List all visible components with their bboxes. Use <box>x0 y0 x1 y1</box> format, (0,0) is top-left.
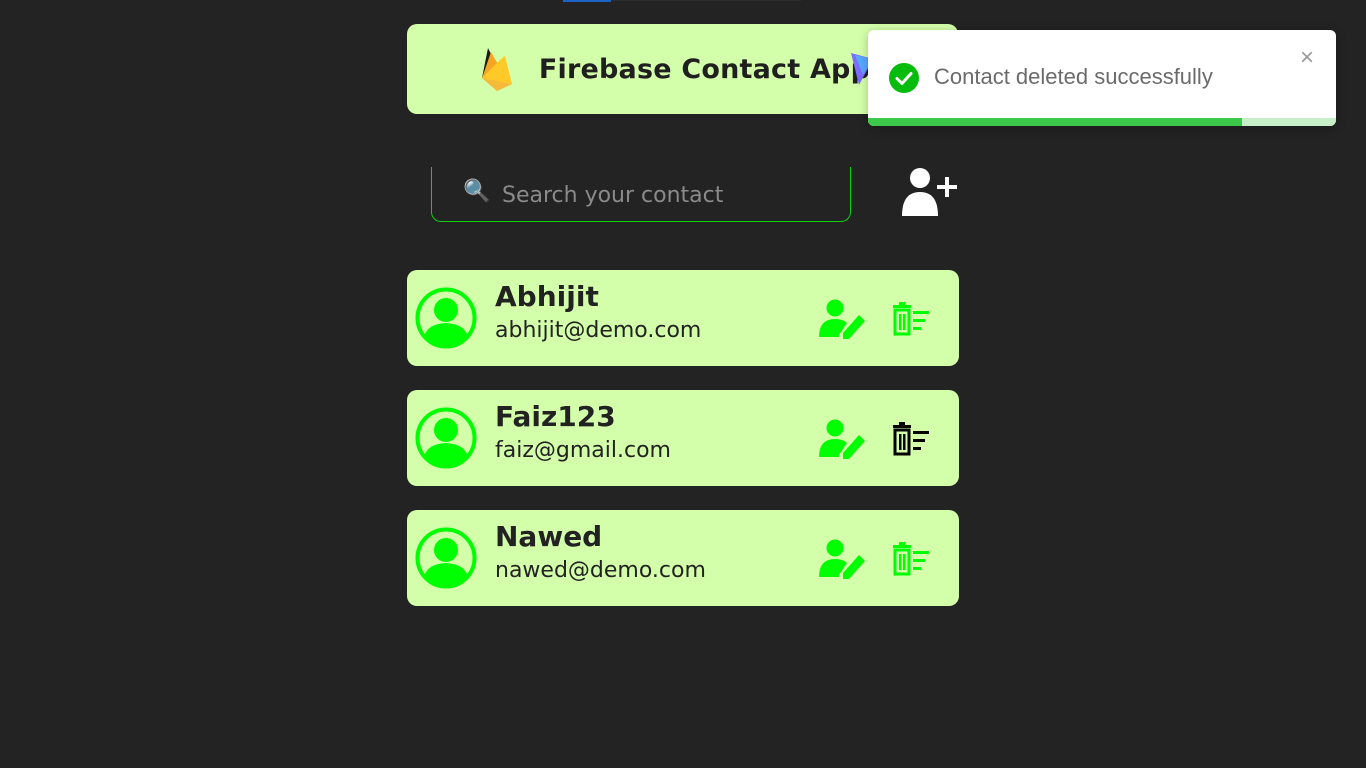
toast-progress-bar <box>868 118 1243 126</box>
top-tab-indicator <box>563 0 611 2</box>
delete-contact-button[interactable] <box>891 422 931 460</box>
delete-contact-button[interactable] <box>891 302 931 340</box>
firebase-logo <box>481 48 512 91</box>
contact-name: Nawed <box>495 520 603 553</box>
edit-contact-button[interactable] <box>819 539 867 583</box>
avatar-icon <box>415 407 477 469</box>
contact-card: Abhijit abhijit@demo.com <box>407 270 959 366</box>
trash-icon <box>893 542 929 576</box>
contact-card: Nawed nawed@demo.com <box>407 510 959 606</box>
avatar-icon <box>415 527 477 589</box>
delete-contact-button[interactable] <box>891 542 931 580</box>
contact-email: abhijit@demo.com <box>495 318 702 343</box>
trash-icon <box>893 422 929 456</box>
success-check-icon <box>889 63 919 93</box>
edit-contact-button[interactable] <box>819 419 867 463</box>
contact-name: Abhijit <box>495 280 599 313</box>
contact-email: faiz@gmail.com <box>495 438 671 463</box>
user-edit-icon <box>819 419 865 459</box>
edit-contact-button[interactable] <box>819 299 867 343</box>
avatar-icon <box>415 287 477 349</box>
user-edit-icon <box>819 299 865 339</box>
contact-name: Faiz123 <box>495 400 616 433</box>
contact-card: Faiz123 faiz@gmail.com <box>407 390 959 486</box>
contact-email: nawed@demo.com <box>495 558 706 583</box>
search-input[interactable] <box>500 175 844 215</box>
toast-notification: Contact deleted successfully × <box>868 30 1336 126</box>
close-icon[interactable]: × <box>1300 46 1314 70</box>
search-bar: 🔍 <box>431 167 851 222</box>
add-contact-button[interactable] <box>900 166 958 218</box>
app-title: Firebase Contact App <box>538 53 871 85</box>
trash-icon <box>893 302 929 336</box>
magnifier-icon: 🔍 <box>463 179 491 204</box>
user-edit-icon <box>819 539 865 579</box>
add-user-icon <box>902 168 957 216</box>
toast-message: Contact deleted successfully <box>934 64 1213 89</box>
top-divider <box>611 0 801 1</box>
